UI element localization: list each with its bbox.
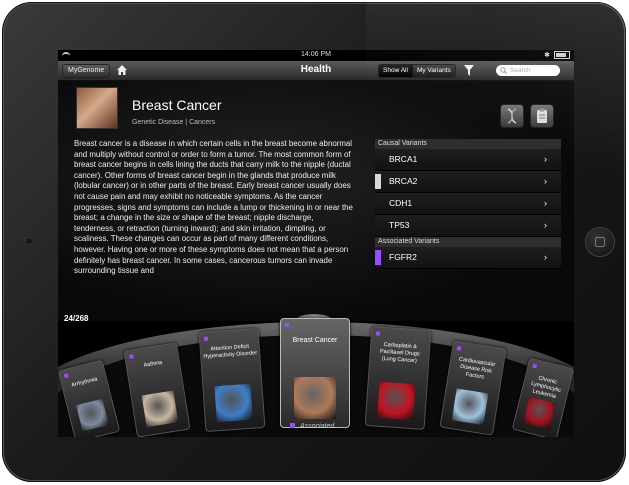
dna-button[interactable] <box>500 104 524 128</box>
disease-card-title: Asthma <box>143 359 163 369</box>
disease-card[interactable]: Breast Cancer <box>280 318 350 428</box>
disease-card-image <box>294 377 336 419</box>
disease-card-image <box>141 390 179 428</box>
variant-name: FGFR2 <box>389 252 417 262</box>
disease-description: Breast cancer is a disease in which cert… <box>74 139 353 276</box>
camera <box>26 238 32 244</box>
variant-name: TP53 <box>389 220 410 230</box>
disease-card[interactable]: Carboplatin & Paclitaxel Drugs (Lung Can… <box>364 326 432 430</box>
variant-marker <box>375 152 381 167</box>
associated-variants-header: Associated Variants <box>375 237 561 247</box>
variant-row[interactable]: BRCA2 › <box>375 171 561 193</box>
variant-row[interactable]: BRCA1 › <box>375 149 561 171</box>
disease-card-image <box>377 381 416 421</box>
variant-row[interactable]: TP53 › <box>375 215 561 237</box>
variants-panel: Causal Variants BRCA1 › BRCA2 › CDH1 › TP53 › A… <box>375 139 561 269</box>
causal-variants-header: Causal Variants <box>375 139 561 149</box>
variant-row[interactable]: FGFR2 › <box>375 247 561 269</box>
disease-card-title: Carboplatin & Paclitaxel Drugs (Lung Can… <box>379 341 420 365</box>
search-input[interactable]: Search <box>496 65 560 76</box>
disease-card-image <box>451 388 489 426</box>
filter-icon[interactable] <box>464 65 474 76</box>
variant-marker <box>375 218 381 233</box>
tab-my-variants[interactable]: My Variants <box>411 65 455 77</box>
variant-marker <box>375 196 381 211</box>
associated-marker <box>285 323 289 327</box>
associated-marker <box>63 373 69 379</box>
ipad-frame: 14:06 PM ✱ MyGenome Health Show All My V… <box>2 2 626 482</box>
associated-marker <box>203 336 209 341</box>
search-placeholder: Search <box>510 67 531 74</box>
variant-marker <box>375 174 381 189</box>
variant-name: BRCA2 <box>389 176 418 186</box>
disease-card-title: Arrhythmia <box>70 376 99 389</box>
disease-card-title: Attention Deficit Hyperactivity Disorder <box>203 343 258 360</box>
chevron-right-icon: › <box>544 198 547 208</box>
variant-name: BRCA1 <box>389 154 418 164</box>
gear-icon: ✱ <box>544 52 550 59</box>
variant-name: CDH1 <box>389 198 413 208</box>
disease-card-image <box>523 396 556 430</box>
variant-row[interactable]: CDH1 › <box>375 193 561 215</box>
associated-marker <box>532 363 538 369</box>
disease-thumbnail <box>76 87 118 129</box>
filter-segmented-control: Show All My Variants <box>378 64 456 78</box>
app-screen: 14:06 PM ✱ MyGenome Health Show All My V… <box>58 50 574 437</box>
navigation-bar: MyGenome Health Show All My Variants Sea… <box>58 61 574 81</box>
associated-marker <box>129 354 134 359</box>
associated-legend: Associated <box>290 423 334 430</box>
clipboard-button[interactable] <box>530 104 554 128</box>
disease-detail: Breast Cancer Genetic Disease | Cancers … <box>58 81 574 321</box>
disease-card-title: Cardiovascular Disease Risk Factors <box>458 356 496 381</box>
clipboard-icon <box>537 108 547 123</box>
status-bar: 14:06 PM ✱ <box>58 50 574 61</box>
tab-show-all[interactable]: Show All <box>379 65 412 77</box>
associated-color-square <box>290 423 295 428</box>
disease-card-image <box>214 383 253 423</box>
chevron-right-icon: › <box>544 154 547 164</box>
variant-marker <box>375 250 381 265</box>
home-hardware-button[interactable] <box>586 228 614 256</box>
battery-icon <box>554 51 570 59</box>
status-time: 14:06 PM <box>301 51 331 58</box>
chevron-right-icon: › <box>544 176 547 186</box>
dna-icon <box>507 108 517 124</box>
associated-label: Associated <box>300 423 335 430</box>
chevron-right-icon: › <box>544 252 547 262</box>
disease-card-title: Breast Cancer <box>292 337 338 344</box>
disease-title: Breast Cancer <box>132 97 222 113</box>
associated-marker <box>375 331 381 336</box>
disease-card[interactable]: Attention Deficit Hyperactivity Disorder <box>198 328 266 432</box>
disease-card-image <box>76 398 109 432</box>
associated-marker <box>456 346 462 351</box>
chevron-right-icon: › <box>544 220 547 230</box>
disease-subtitle: Genetic Disease | Cancers <box>132 119 216 126</box>
search-icon <box>500 67 507 78</box>
disease-carousel[interactable]: Arrhythmia Asthma Attention Deficit Hypera… <box>58 302 574 437</box>
item-counter: 24/268 <box>64 314 89 323</box>
